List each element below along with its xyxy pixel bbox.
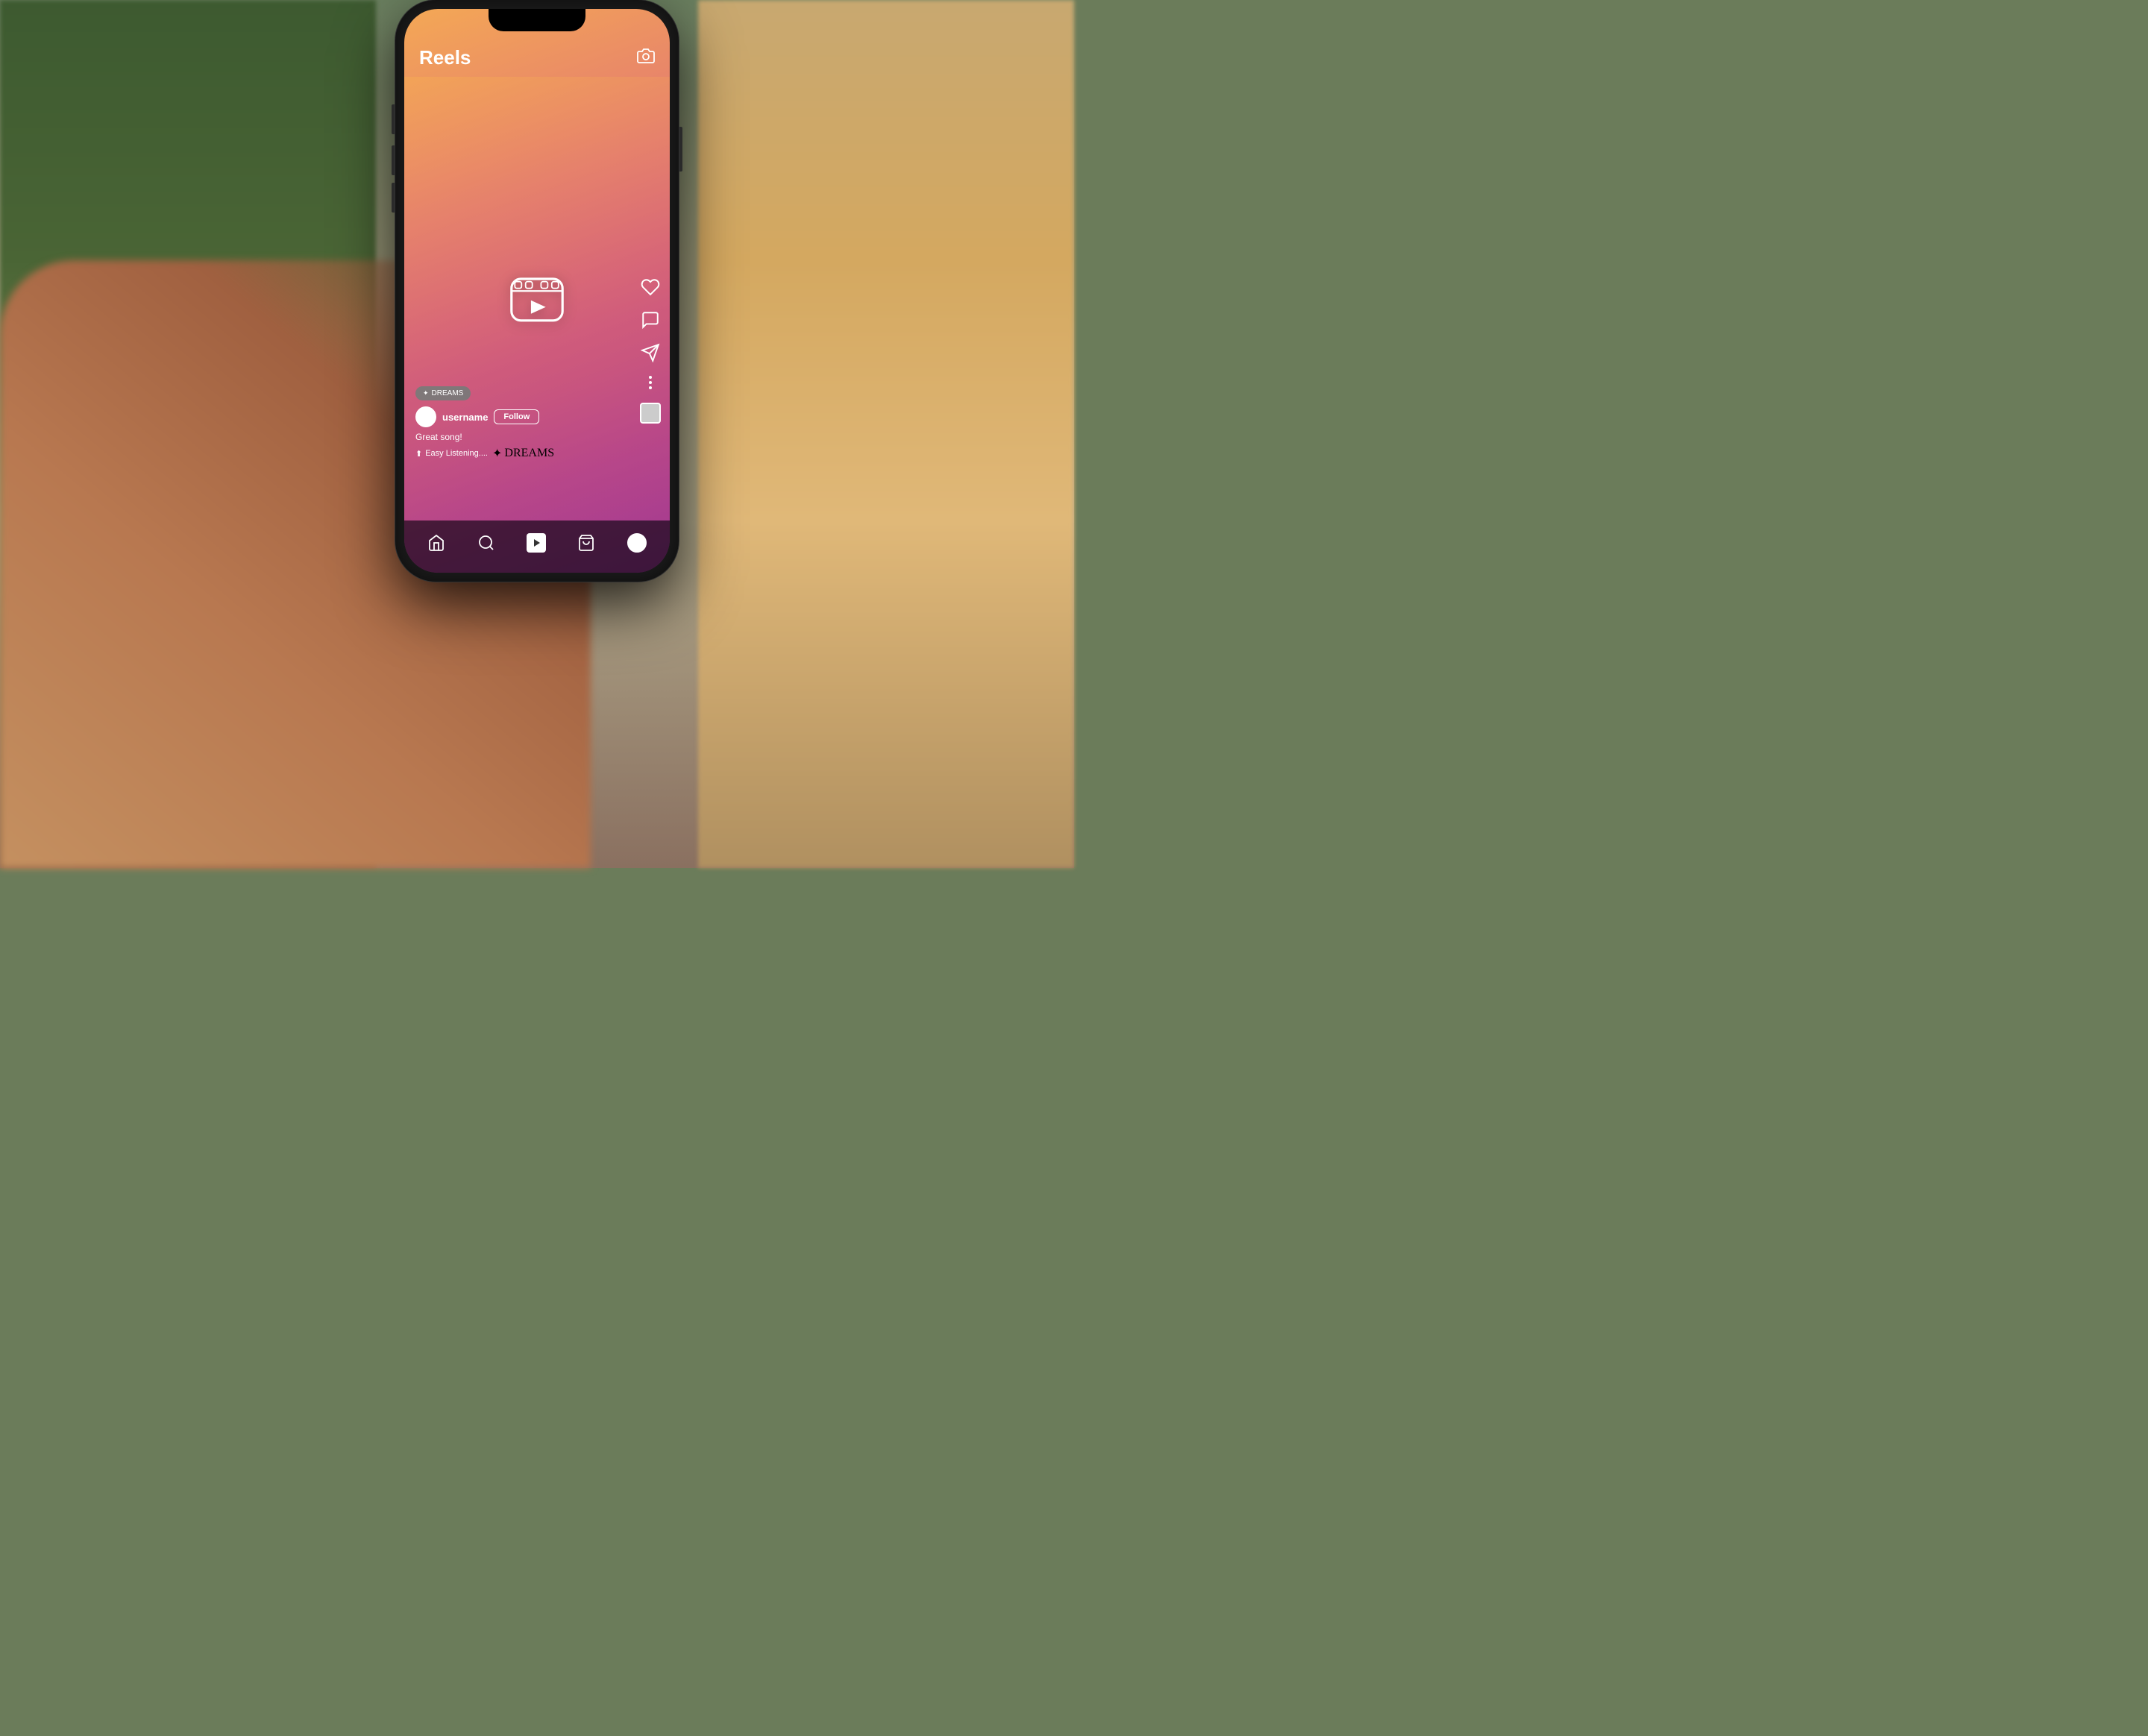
music-arrow-icon: ⬆ xyxy=(415,449,422,459)
nav-reels-icon xyxy=(527,533,546,553)
side-actions xyxy=(640,277,661,424)
share-button[interactable] xyxy=(641,343,660,362)
music-badge-label: DREAMS xyxy=(432,389,464,397)
nav-profile[interactable] xyxy=(627,533,647,553)
notch xyxy=(489,9,585,31)
caption-text: Great song! xyxy=(415,432,554,442)
nav-home[interactable] xyxy=(427,534,445,552)
avatar[interactable] xyxy=(415,406,436,427)
music-tag-icon: ✦ xyxy=(492,446,502,461)
bottom-info: ✦ DREAMS username Follow Great song! xyxy=(415,386,554,461)
like-button[interactable] xyxy=(641,277,660,297)
profile-avatar xyxy=(627,533,647,553)
user-row: username Follow xyxy=(415,406,554,427)
music-label: Easy Listening.... xyxy=(425,449,488,458)
screen: Reels xyxy=(404,9,670,573)
music-row: ⬆ Easy Listening.... ✦ DREAMS xyxy=(415,446,554,461)
music-tag[interactable]: ✦ DREAMS xyxy=(492,446,554,461)
music-tag-label: DREAMS xyxy=(504,447,554,460)
music-info[interactable]: ⬆ Easy Listening.... xyxy=(415,449,488,459)
comment-button[interactable] xyxy=(641,310,660,330)
camera-icon[interactable] xyxy=(637,47,655,69)
reel-thumbnail[interactable] xyxy=(640,403,661,424)
nav-search[interactable] xyxy=(477,534,495,552)
nav-shop[interactable] xyxy=(577,534,595,552)
scene-wrapper: Reels xyxy=(0,0,1074,868)
bottom-nav xyxy=(404,521,670,573)
phone-wrapper: Reels xyxy=(0,0,1074,582)
app-header: Reels xyxy=(404,43,670,77)
phone-screen: Reels xyxy=(404,9,670,573)
music-note-icon: ✦ xyxy=(423,389,429,397)
video-content[interactable]: ✦ DREAMS username Follow Great song! xyxy=(404,77,670,521)
username-label[interactable]: username xyxy=(442,412,488,423)
phone: Reels xyxy=(395,0,679,582)
more-button[interactable] xyxy=(649,376,652,389)
nav-reels[interactable] xyxy=(527,533,546,553)
page-title: Reels xyxy=(419,46,471,69)
reels-play-icon[interactable] xyxy=(503,265,571,333)
follow-button[interactable]: Follow xyxy=(494,409,539,424)
music-badge[interactable]: ✦ DREAMS xyxy=(415,386,471,400)
